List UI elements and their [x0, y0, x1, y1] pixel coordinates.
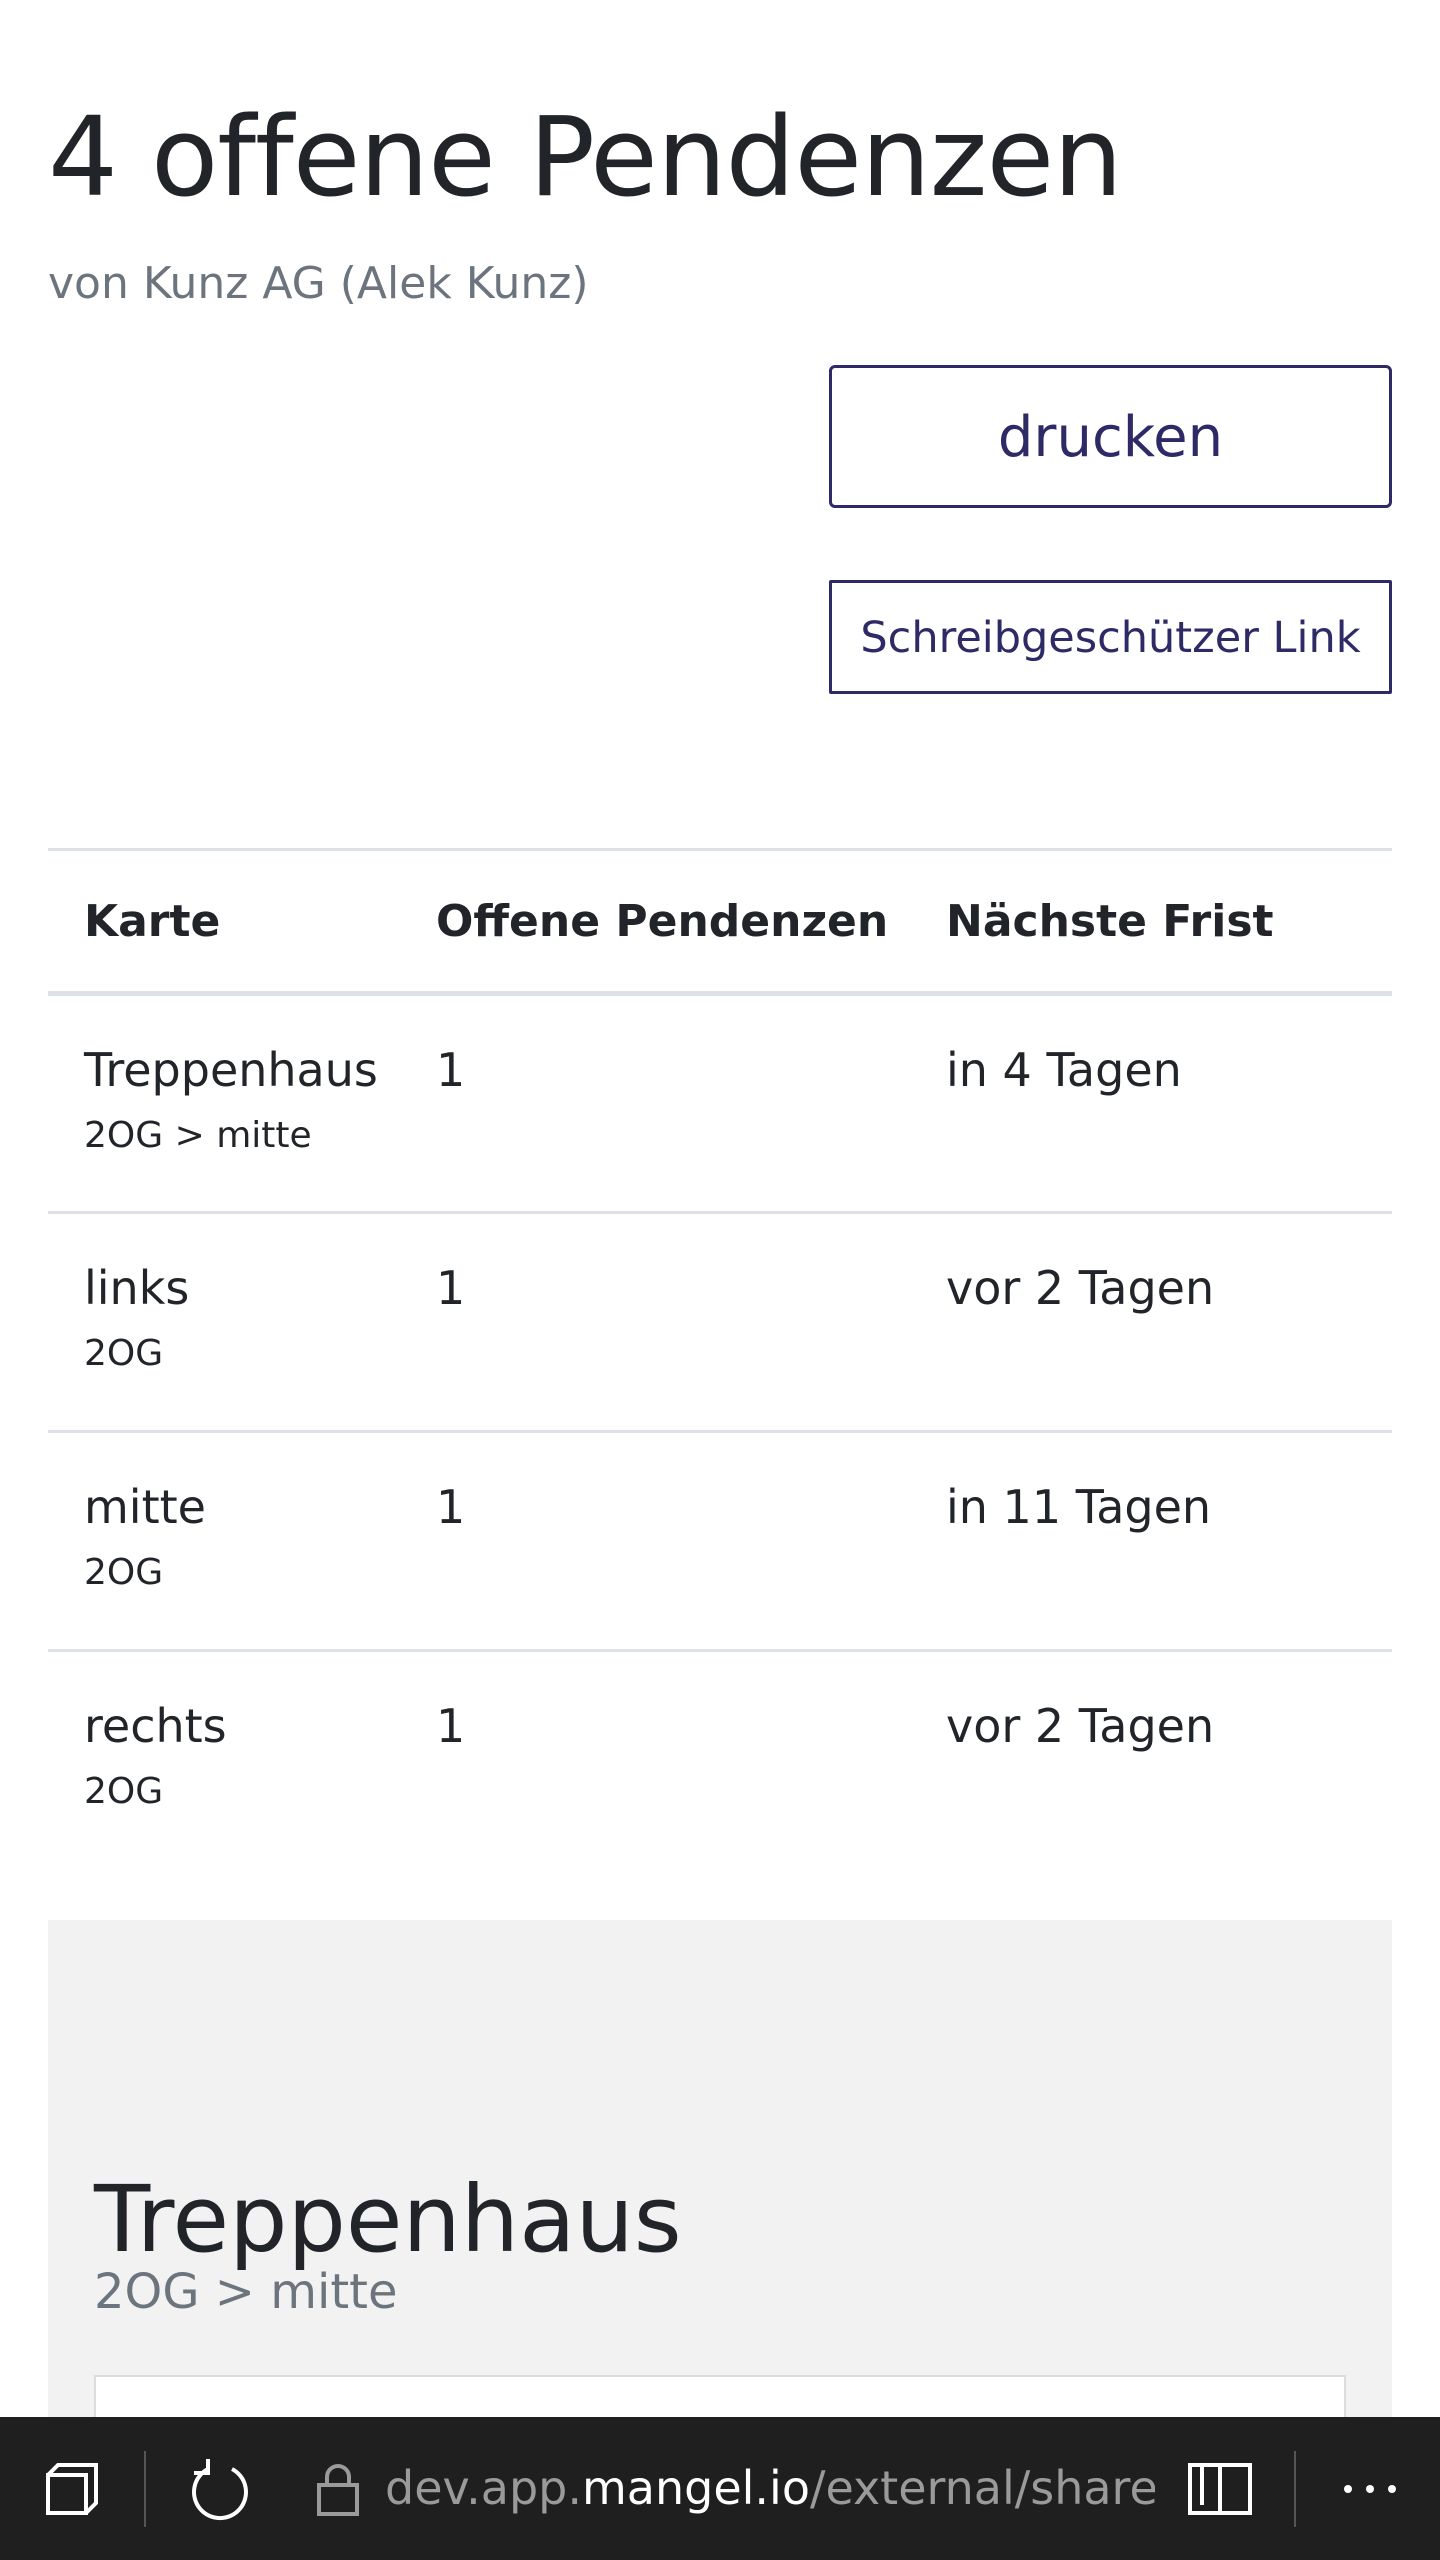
section-path: 2OG > mitte [94, 2264, 398, 2320]
table-row[interactable]: rechts 2OG 1 vor 2 Tagen [48, 1651, 1392, 1870]
map-name[interactable]: links [84, 1261, 189, 1315]
open-count: 1 [400, 1212, 910, 1433]
refresh-icon[interactable] [180, 2417, 260, 2560]
section-title: Treppenhaus [94, 2166, 682, 2273]
open-count: 1 [436, 1699, 466, 1753]
map-cell[interactable]: rechts 2OG [48, 1651, 400, 1870]
maps-table: Karte Offene Pendenzen Nächste Frist Tre… [48, 848, 1392, 1870]
print-button[interactable]: drucken [829, 365, 1392, 508]
url-prefix: dev.app. [385, 2461, 582, 2515]
browser-bar: dev.app.mangel.io/external/share/c/c0 [0, 2417, 1440, 2560]
open-count: 1 [400, 993, 910, 1214]
url-suffix: /external/share/c/c0 [809, 2461, 1155, 2515]
next-deadline: vor 2 Tagen [946, 1699, 1215, 1753]
next-deadline: in 4 Tagen [910, 993, 1392, 1214]
next-deadline: vor 2 Tagen [910, 1212, 1392, 1433]
page-title: 4 offene Pendenzen [48, 93, 1123, 221]
readonly-link-button[interactable]: Schreibgeschützer Link [829, 580, 1392, 694]
map-name[interactable]: mitte [84, 1480, 206, 1534]
map-path: 2OG [84, 1552, 164, 1593]
tabs-icon[interactable] [36, 2417, 108, 2560]
lock-icon [310, 2417, 366, 2560]
map-name[interactable]: rechts [84, 1699, 227, 1753]
divider [144, 2451, 146, 2527]
column-header-open: Offene Pendenzen [400, 848, 910, 996]
table-header-row: Karte Offene Pendenzen Nächste Frist [48, 848, 1392, 996]
more-icon[interactable] [1330, 2417, 1410, 2560]
table-row[interactable]: Treppenhaus 2OG > mitte 1 in 4 Tagen [48, 993, 1392, 1214]
map-name[interactable]: Treppenhaus [84, 1043, 378, 1097]
url-host: mangel.io [581, 2461, 810, 2515]
map-cell[interactable]: links 2OG [48, 1212, 400, 1433]
map-path: 2OG [84, 1771, 164, 1812]
address-bar[interactable]: dev.app.mangel.io/external/share/c/c0 [385, 2417, 1155, 2560]
divider [1294, 2451, 1296, 2527]
column-header-karte: Karte [48, 848, 400, 996]
page-subtitle: von Kunz AG (Alek Kunz) [48, 258, 589, 309]
table-row[interactable]: mitte 2OG 1 in 11 Tagen [48, 1431, 1392, 1652]
map-cell[interactable]: mitte 2OG [48, 1431, 400, 1652]
reading-view-icon[interactable] [1180, 2417, 1260, 2560]
map-path: 2OG > mitte [84, 1115, 312, 1156]
map-cell[interactable]: Treppenhaus 2OG > mitte [48, 993, 400, 1214]
open-count: 1 [400, 1431, 910, 1652]
map-path: 2OG [84, 1333, 164, 1374]
table-row[interactable]: links 2OG 1 vor 2 Tagen [48, 1212, 1392, 1433]
column-header-deadline: Nächste Frist [910, 848, 1392, 996]
next-deadline: in 11 Tagen [910, 1431, 1392, 1652]
